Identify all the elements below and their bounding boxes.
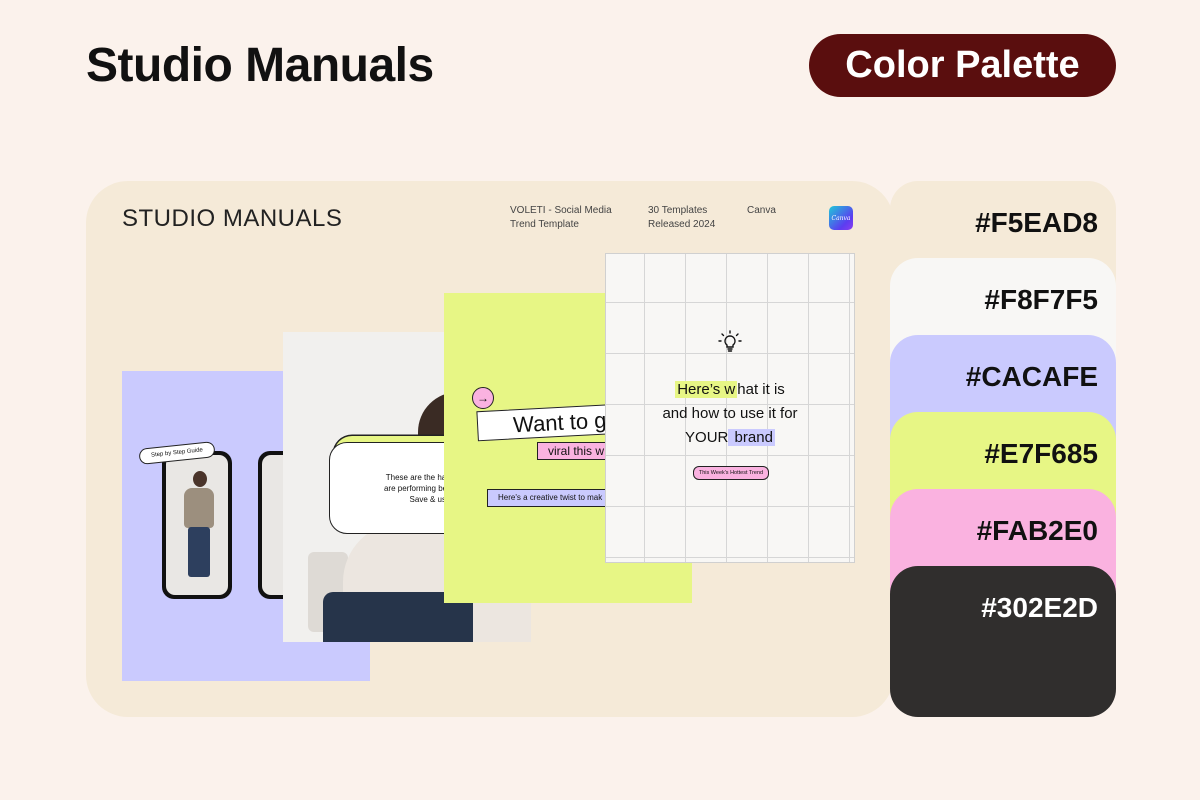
page-title: Studio Manuals [86, 39, 434, 92]
swatch-302e2d: #302E2D [890, 566, 1116, 717]
meta-product: VOLETI - Social Media Trend Template [510, 204, 612, 232]
meta-platform-line1: Canva [747, 205, 776, 216]
grid-line3-brand: brand [728, 429, 775, 446]
lightbulb-icon [718, 330, 742, 352]
preview-brand: STUDIO MANUALS [122, 205, 343, 232]
arrow-right-icon: → [472, 387, 494, 409]
meta-count: 30 Templates Released 2024 [648, 204, 715, 232]
grid-line2: and how to use it for [662, 405, 798, 422]
hottest-trend-pill: This Week's Hottest Trend [693, 466, 769, 480]
meta-count-line1: 30 Templates [648, 205, 708, 216]
grid-line1-rest: hat it is [737, 381, 785, 398]
grid-line3-your: YOUR [685, 429, 729, 446]
meta-count-line2: Released 2024 [648, 219, 716, 230]
template-preview-panel: STUDIO MANUALS VOLETI - Social Media Tre… [86, 181, 894, 717]
meta-product-line1: VOLETI - Social Media [510, 205, 612, 216]
color-palette-badge: Color Palette [809, 34, 1116, 97]
template-card-grid: Here’s w hat it is and how to use it for … [605, 253, 855, 563]
meta-platform: Canva [747, 204, 776, 218]
meta-product-line2: Trend Template [510, 219, 579, 230]
person-head [193, 471, 207, 487]
grid-line1-highlight: Here’s w [675, 381, 738, 398]
phone-mockup [162, 451, 232, 599]
canva-logo-icon: Canva [829, 206, 853, 230]
person-legs [188, 527, 210, 577]
grid-headline: Here’s w hat it is and how to use it for … [606, 378, 854, 450]
person-body [184, 488, 214, 528]
